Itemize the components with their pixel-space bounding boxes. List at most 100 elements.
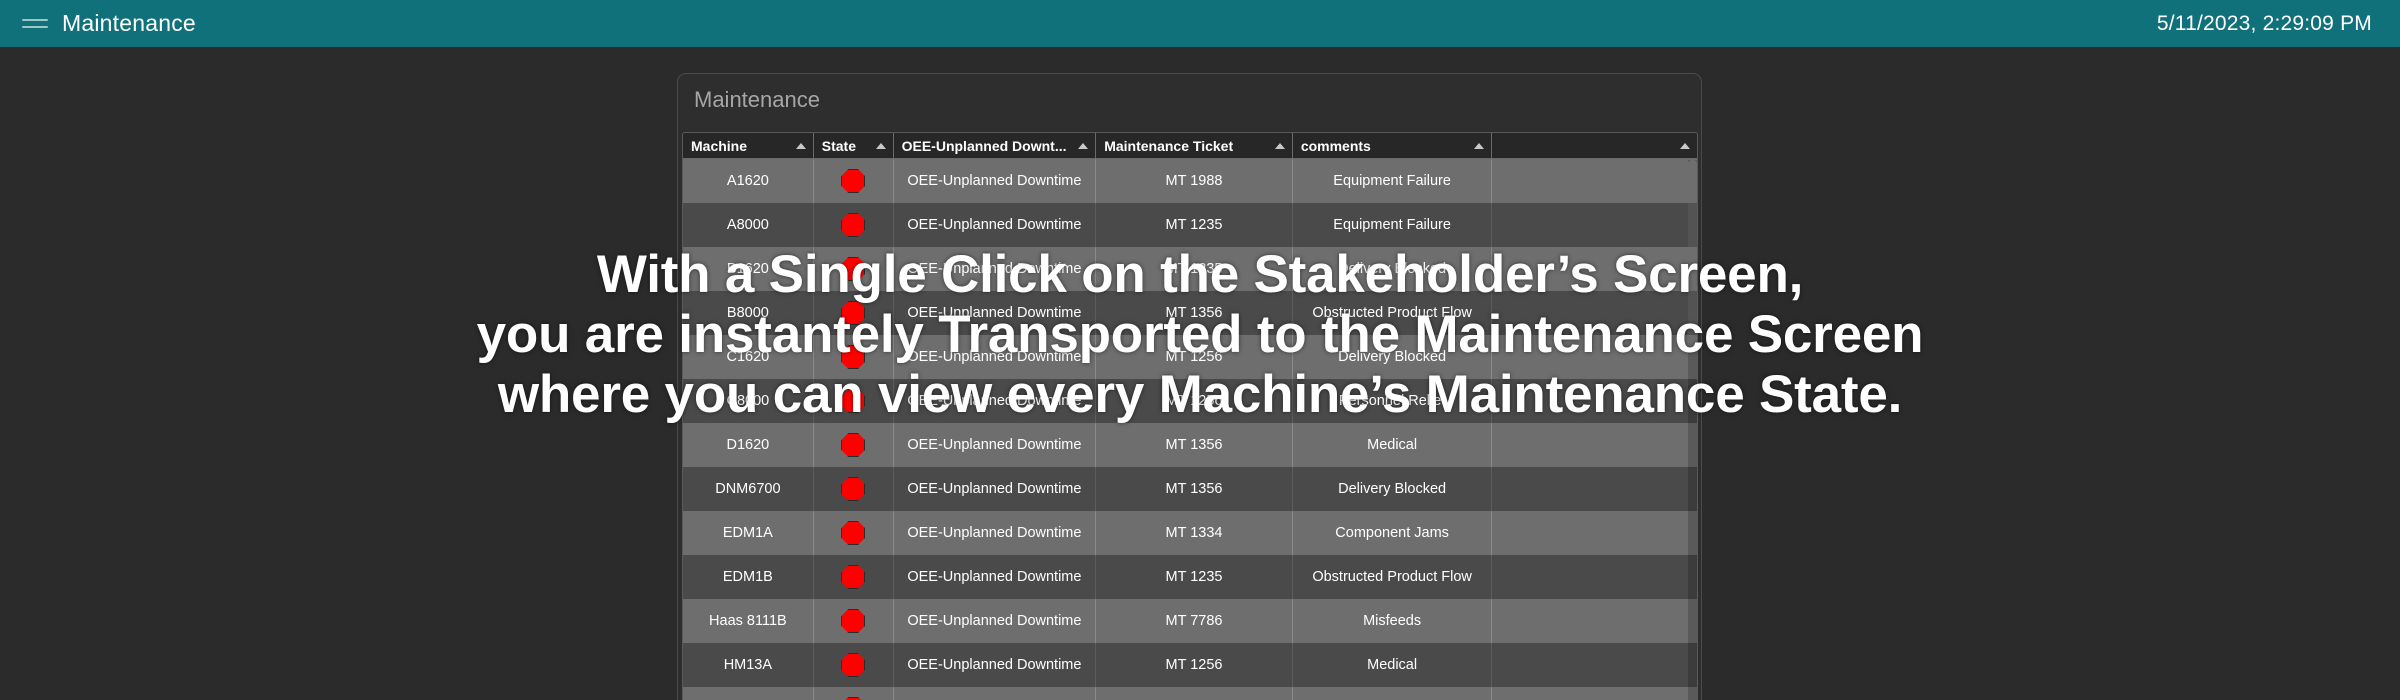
column-header-label: Maintenance Ticket <box>1104 137 1234 154</box>
table-row[interactable]: B8000 OEE-Unplanned Downtime MT 1356 Obstru… <box>683 291 1697 335</box>
cell-blank <box>1492 335 1697 379</box>
cell-state <box>814 555 894 599</box>
cell-state <box>814 159 894 203</box>
cell-state <box>814 203 894 247</box>
red-octagon-stop-icon <box>841 301 866 325</box>
cell-ticket: MT 1256 <box>1096 335 1293 379</box>
cell-blank <box>1492 423 1697 467</box>
cell-comments: Delivery Blocked <box>1293 467 1493 511</box>
sort-ascending-icon[interactable] <box>1474 142 1485 149</box>
cell-state <box>814 511 894 555</box>
sort-ascending-icon[interactable] <box>1680 142 1691 149</box>
cell-blank <box>1492 511 1697 555</box>
column-header-state[interactable]: State <box>814 133 894 158</box>
page-title: Maintenance <box>62 10 196 36</box>
column-header-comments[interactable]: comments <box>1293 133 1493 158</box>
hamburger-bar <box>22 26 48 28</box>
cell-blank <box>1492 379 1697 423</box>
cell-oee: OEE-Unplanned Downtime <box>894 247 1097 291</box>
cell-blank <box>1492 203 1697 247</box>
sort-ascending-icon[interactable] <box>1274 142 1285 149</box>
cell-oee: OEE-Unplanned Downtime <box>894 379 1097 423</box>
column-header-label: State <box>821 137 856 154</box>
cell-machine: DNM6700 <box>683 467 814 511</box>
red-octagon-stop-icon <box>841 169 866 193</box>
table-row[interactable]: HM13A OEE-Unplanned Downtime MT 1256 Medica… <box>683 643 1697 687</box>
grid-vertical-scrollbar[interactable] <box>1688 160 1697 700</box>
panel-title: Maintenance <box>694 87 820 112</box>
cell-state <box>814 423 894 467</box>
cell-ticket: MT 1256 <box>1096 379 1293 423</box>
table-row[interactable]: A8000 OEE-Unplanned Downtime MT 1235 Equipm… <box>683 203 1697 247</box>
cell-state <box>814 643 894 687</box>
table-row[interactable]: EDM1A OEE-Unplanned Downtime MT 1334 Compon… <box>683 511 1697 555</box>
sort-ascending-icon[interactable] <box>795 142 806 149</box>
cell-machine: EDM1B <box>683 555 814 599</box>
cell-machine: C1620 <box>683 335 814 379</box>
cell-machine: HM13B <box>683 687 814 700</box>
cell-comments: Medical <box>1293 643 1493 687</box>
cell-oee: OEE-Unplanned Downtime <box>894 687 1097 700</box>
column-header-oee[interactable]: OEE-Unplanned Downt... <box>894 133 1097 158</box>
cell-comments: Obstructed Product Flow <box>1293 291 1493 335</box>
red-octagon-stop-icon <box>841 257 866 281</box>
sort-ascending-icon[interactable] <box>875 142 886 149</box>
cell-oee: OEE-Unplanned Downtime <box>894 203 1097 247</box>
cell-comments: Delivery Blocked <box>1293 687 1493 700</box>
column-header-ticket[interactable]: Maintenance Ticket <box>1096 133 1293 158</box>
red-octagon-stop-icon <box>841 609 866 633</box>
grid-header-row: Machine State OEE-Unplanned Downt... Mainte… <box>683 133 1697 159</box>
table-row[interactable]: C1620 OEE-Unplanned Downtime MT 1256 Delive… <box>683 335 1697 379</box>
cell-blank <box>1492 159 1697 203</box>
red-octagon-stop-icon <box>841 565 866 589</box>
column-header-label: OEE-Unplanned Downt... <box>901 137 1067 154</box>
cell-comments: Equipment Failure <box>1293 159 1493 203</box>
scrollbar-thumb[interactable] <box>1688 160 1697 350</box>
table-row[interactable]: HM13B OEE-Unplanned DowntimeMT 3456Delive… <box>683 687 1697 700</box>
cell-ticket: MT 1235 <box>1096 203 1293 247</box>
table-row[interactable]: C8000 OEE-Unplanned Downtime MT 1256 Person… <box>683 379 1697 423</box>
column-header-blank[interactable] <box>1492 133 1697 158</box>
cell-oee: OEE-Unplanned Downtime <box>894 335 1097 379</box>
cell-ticket: MT 1334 <box>1096 511 1293 555</box>
maintenance-panel: Maintenance Machine State OEE-Unplanned Do… <box>677 73 1702 700</box>
cell-machine: D1620 <box>683 423 814 467</box>
cell-oee: OEE-Unplanned Downtime <box>894 467 1097 511</box>
column-header-label: comments <box>1300 137 1371 154</box>
cell-comments: Misfeeds <box>1293 599 1493 643</box>
cell-blank <box>1492 687 1697 700</box>
red-octagon-stop-icon <box>841 213 866 237</box>
cell-ticket: MT 1356 <box>1096 291 1293 335</box>
red-octagon-stop-icon <box>841 345 866 369</box>
cell-state <box>814 247 894 291</box>
maintenance-data-grid[interactable]: Machine State OEE-Unplanned Downt... Mainte… <box>682 132 1698 700</box>
cell-blank <box>1492 247 1697 291</box>
cell-state <box>814 379 894 423</box>
cell-oee: OEE-Unplanned Downtime <box>894 423 1097 467</box>
table-row[interactable]: DNM6700 OEE-Unplanned Downtime MT 1356 Deli… <box>683 467 1697 511</box>
table-row[interactable]: Haas 8111B OEE-Unplanned Downtime MT 7786 M… <box>683 599 1697 643</box>
cell-ticket: MT 1988 <box>1096 159 1293 203</box>
table-row[interactable]: B1620 OEE-Unplanned Downtime MT 1235 Delive… <box>683 247 1697 291</box>
column-header-machine[interactable]: Machine <box>683 133 814 158</box>
cell-state <box>814 291 894 335</box>
sort-ascending-icon[interactable] <box>1078 142 1089 149</box>
column-header-label: Machine <box>691 137 748 154</box>
cell-oee: OEE-Unplanned Downtime <box>894 555 1097 599</box>
cell-machine: HM13A <box>683 643 814 687</box>
cell-machine: B8000 <box>683 291 814 335</box>
cell-ticket: MT 1235 <box>1096 555 1293 599</box>
app-header: Maintenance 5/11/2023, 2:29:09 PM <box>0 0 2400 47</box>
cell-machine: A8000 <box>683 203 814 247</box>
table-row[interactable]: D1620 OEE-Unplanned Downtime MT 1356 Medica… <box>683 423 1697 467</box>
cell-comments: Component Jams <box>1293 511 1493 555</box>
cell-oee: OEE-Unplanned Downtime <box>894 291 1097 335</box>
hamburger-menu-icon[interactable] <box>22 14 48 34</box>
cell-comments: Obstructed Product Flow <box>1293 555 1493 599</box>
table-row[interactable]: A1620 OEE-Unplanned Downtime MT 1988 Equipm… <box>683 159 1697 203</box>
cell-comments: Personnel Relief <box>1293 379 1493 423</box>
table-row[interactable]: EDM1B OEE-Unplanned Downtime MT 1235 Obstru… <box>683 555 1697 599</box>
cell-ticket: MT 3456 <box>1096 687 1293 700</box>
cell-machine: C8000 <box>683 379 814 423</box>
cell-comments: Medical <box>1293 423 1493 467</box>
